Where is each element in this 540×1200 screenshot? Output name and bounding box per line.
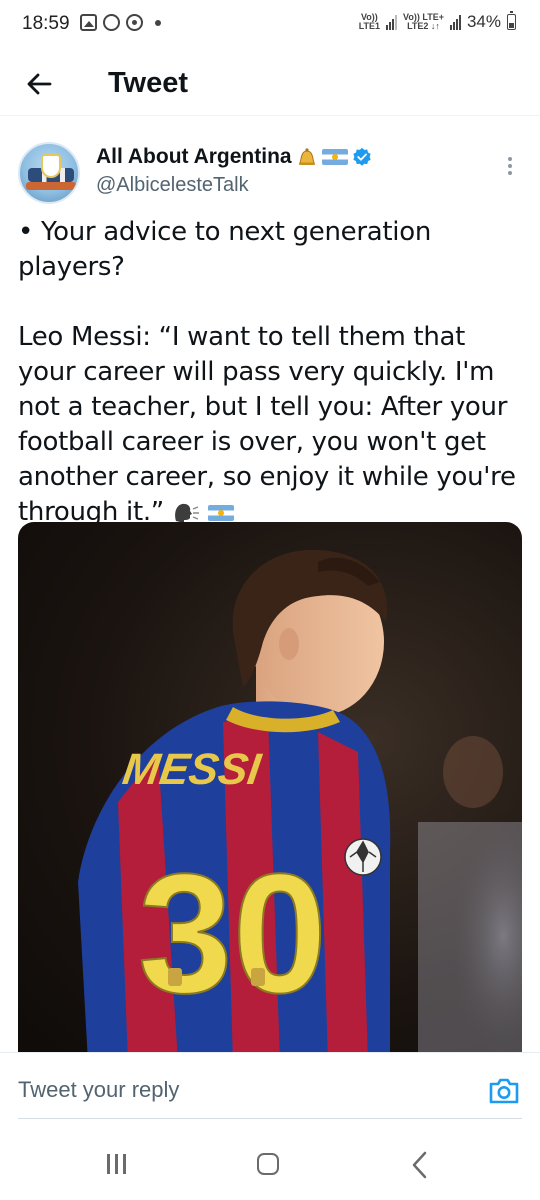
speaking-head-icon — [175, 503, 199, 523]
argentina-flag-icon — [207, 504, 234, 521]
notification-icons — [80, 14, 161, 31]
reply-input[interactable]: Tweet your reply — [18, 1077, 179, 1103]
verified-badge-icon — [352, 147, 371, 166]
more-options-button[interactable] — [500, 154, 520, 180]
sim1-signal-icon — [386, 14, 398, 30]
system-navbar — [0, 1130, 540, 1200]
reply-divider — [18, 1118, 522, 1119]
page-title: Tweet — [108, 67, 189, 99]
argentina-flag-icon — [321, 149, 348, 165]
back-button[interactable] — [20, 66, 60, 102]
messi-photo: MESSI 30 — [78, 549, 522, 1062]
gallery-icon — [80, 14, 97, 31]
sim2-network-label: Vo)) LTE+ LTE2 ↓↑ — [403, 12, 444, 31]
author-name-row[interactable]: All About Argentina — [96, 145, 372, 169]
recents-button[interactable] — [97, 1148, 137, 1182]
home-icon — [257, 1153, 279, 1175]
header: Tweet — [0, 52, 540, 116]
jersey-number: 30 — [138, 839, 327, 1029]
jersey-name: MESSI — [120, 745, 265, 794]
reply-bar: Tweet your reply — [0, 1052, 540, 1122]
author-name: All About Argentina — [96, 145, 292, 168]
camera-icon — [489, 1078, 519, 1104]
tweet-question: • Your advice to next generation players… — [18, 217, 432, 282]
whatsapp-icon — [103, 14, 120, 31]
more-vertical-icon — [508, 157, 512, 161]
tweet-text: • Your advice to next generation players… — [18, 215, 526, 530]
sim2-signal-icon — [449, 14, 461, 30]
status-indicators: Vo)) LTE1 Vo)) LTE+ LTE2 ↓↑ 34% — [358, 11, 516, 32]
chrome-icon — [126, 14, 143, 31]
battery-percent: 34% — [466, 12, 501, 31]
tweet-body: Leo Messi: “I want to tell them that you… — [18, 322, 516, 527]
system-back-button[interactable] — [400, 1148, 440, 1182]
tweet-media-image[interactable]: MESSI 30 — [18, 522, 522, 1062]
recents-icon — [107, 1154, 110, 1174]
status-time: 18:59 — [22, 13, 70, 34]
author-avatar[interactable] — [18, 142, 80, 204]
bell-icon — [298, 148, 315, 165]
sim1-network-label: Vo)) LTE1 — [358, 12, 381, 31]
camera-button[interactable] — [488, 1077, 520, 1105]
back-icon — [412, 1151, 427, 1179]
more-notifications-dot-icon — [155, 19, 161, 26]
arrow-left-icon — [27, 73, 52, 95]
battery-icon — [507, 11, 516, 30]
status-bar: 18:59 Vo)) LTE1 Vo)) LTE+ LTE2 ↓↑ 34% — [0, 0, 540, 52]
author-handle[interactable]: @AlbicelesteTalk — [96, 174, 249, 197]
home-button[interactable] — [248, 1148, 288, 1182]
